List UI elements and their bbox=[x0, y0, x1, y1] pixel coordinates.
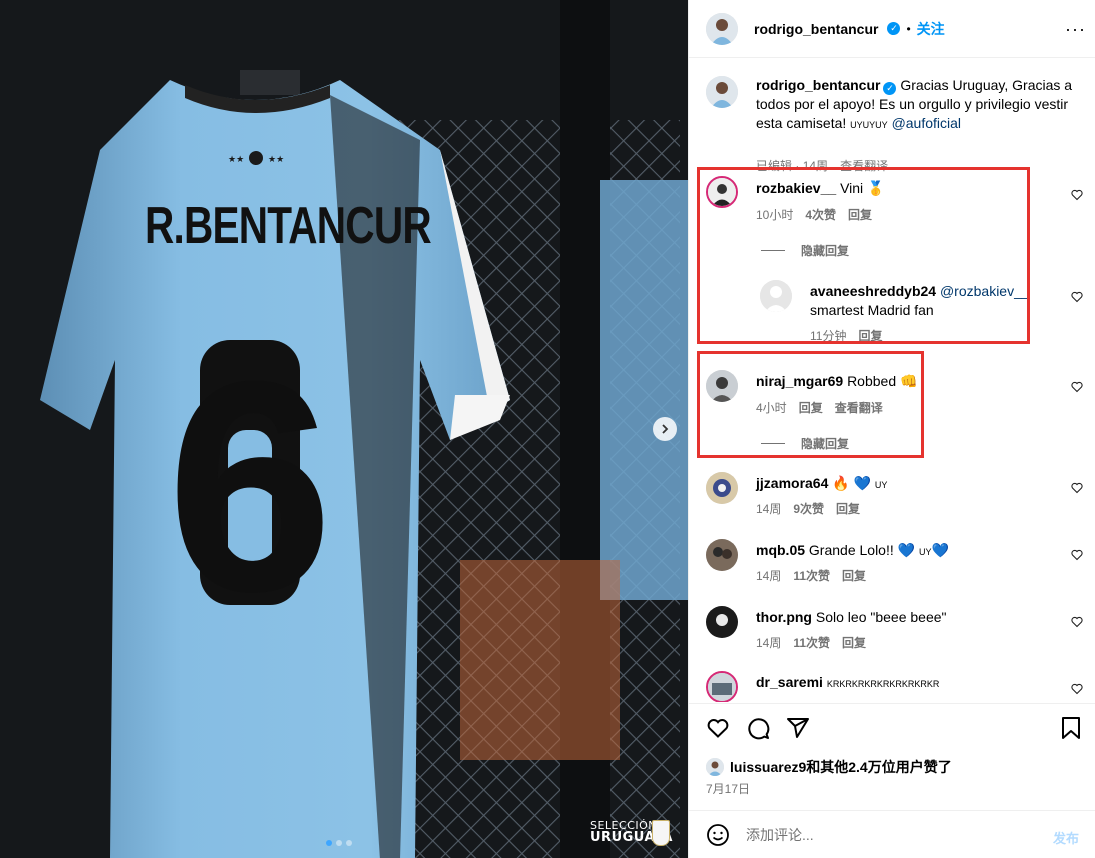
author-avatar[interactable] bbox=[706, 76, 738, 108]
heart-icon bbox=[1071, 189, 1083, 201]
author-username[interactable]: rodrigo_bentancur bbox=[754, 21, 878, 37]
caption-text: rodrigo_bentancur ✓ Gracias Uruguay, Grac… bbox=[756, 76, 1076, 135]
verified-icon: ✓ bbox=[883, 82, 897, 95]
like-comment-button[interactable] bbox=[1071, 548, 1083, 566]
like-comment-button[interactable] bbox=[1071, 615, 1083, 633]
post-panel: rodrigo_bentancur ✓ • 关注 ··· rodrigo_ben… bbox=[688, 0, 1095, 858]
verified-icon: ✓ bbox=[887, 22, 901, 35]
comment-button[interactable] bbox=[746, 716, 770, 745]
comment-age: 14周 bbox=[756, 569, 782, 583]
author-avatar[interactable] bbox=[706, 12, 738, 45]
highlight-box bbox=[697, 351, 924, 458]
share-button[interactable] bbox=[786, 716, 810, 745]
commenter-avatar[interactable] bbox=[706, 472, 738, 504]
carousel-dot bbox=[326, 840, 332, 846]
heart-icon bbox=[1071, 381, 1083, 393]
caption-mention[interactable]: @aufoficial bbox=[892, 115, 961, 131]
post-header: rodrigo_bentancur ✓ • 关注 ··· bbox=[689, 0, 1095, 58]
post-date: 7月17日 bbox=[706, 782, 751, 796]
heart-icon bbox=[1071, 616, 1083, 628]
carousel-dot bbox=[346, 840, 352, 846]
caption-flags: UYUYUY bbox=[850, 120, 888, 130]
heart-icon bbox=[1071, 291, 1083, 303]
svg-text:★★: ★★ bbox=[268, 155, 284, 165]
comment-body: Solo leo "beee beee" bbox=[815, 609, 947, 625]
commenter-username[interactable]: dr_saremi bbox=[756, 674, 823, 690]
comment-age: 14周 bbox=[756, 502, 782, 516]
comment-body: 🔥 💙 bbox=[832, 475, 872, 491]
like-comment-button[interactable] bbox=[1071, 380, 1083, 398]
reply-button[interactable]: 回复 bbox=[842, 567, 866, 584]
commenter-avatar[interactable] bbox=[706, 606, 738, 638]
heart-icon bbox=[1071, 683, 1083, 695]
like-comment-button[interactable] bbox=[1071, 682, 1083, 700]
carousel-next-button[interactable] bbox=[653, 417, 677, 441]
add-comment-bar: 发布 bbox=[689, 810, 1095, 858]
jersey-photo: ★★ ★★ 6 bbox=[0, 0, 688, 858]
comment-emoji: 💙 bbox=[931, 542, 949, 558]
emoji-icon[interactable] bbox=[706, 823, 730, 847]
svg-text:★★: ★★ bbox=[228, 155, 244, 165]
post-media[interactable]: ★★ ★★ 6 R.BENTANCUR SELECCIÓN URUGUAYA bbox=[0, 0, 688, 858]
comment-text: dr_saremi KRKRKRKRKRKRKRKRKR bbox=[756, 673, 939, 694]
action-bar bbox=[689, 703, 1095, 753]
comment-likes[interactable]: 11次赞 bbox=[793, 634, 830, 651]
comment-input[interactable] bbox=[746, 826, 1036, 843]
like-reply-button[interactable] bbox=[1071, 290, 1083, 308]
comment-flag: UY bbox=[874, 480, 888, 490]
like-button[interactable] bbox=[706, 716, 730, 745]
comment-meta: 14周 9次赞 回复 bbox=[756, 500, 860, 517]
commenter-avatar[interactable] bbox=[706, 671, 738, 702]
comment-flag: UY bbox=[918, 547, 932, 557]
comment-body: Grande Lolo!! 💙 bbox=[808, 542, 916, 558]
commenter-username[interactable]: mqb.05 bbox=[756, 542, 805, 558]
comment-likes[interactable]: 11次赞 bbox=[793, 567, 830, 584]
comment-text: mqb.05 Grande Lolo!! 💙 UY💙 bbox=[756, 541, 949, 562]
comment-age: 14周 bbox=[756, 636, 782, 650]
commenter-avatar[interactable] bbox=[706, 539, 738, 571]
save-button[interactable] bbox=[1059, 716, 1083, 745]
shield-logo bbox=[652, 820, 670, 846]
liker-avatar[interactable] bbox=[706, 758, 724, 776]
reply-button[interactable]: 回复 bbox=[842, 634, 866, 651]
caption-username[interactable]: rodrigo_bentancur bbox=[756, 77, 880, 93]
jersey-name: R.BENTANCUR bbox=[145, 197, 432, 255]
like-comment-button[interactable] bbox=[1071, 481, 1083, 499]
comment-icon bbox=[748, 718, 770, 740]
likes-summary[interactable]: luissuarez9和其他2.4万位用户赞了 bbox=[706, 757, 952, 777]
more-icon[interactable]: ··· bbox=[1065, 19, 1086, 40]
share-icon bbox=[787, 718, 809, 738]
separator-dot: • bbox=[906, 21, 911, 36]
follow-button[interactable]: 关注 bbox=[917, 19, 945, 39]
comment-meta: 14周 11次赞 回复 bbox=[756, 634, 866, 651]
reply-button[interactable]: 回复 bbox=[836, 500, 860, 517]
comment-body: KRKRKRKRKRKRKRKRKR bbox=[826, 679, 940, 689]
jersey-number: 6 bbox=[167, 318, 334, 654]
like-comment-button[interactable] bbox=[1071, 188, 1083, 206]
commenter-username[interactable]: thor.png bbox=[756, 609, 812, 625]
comment-text: thor.png Solo leo "beee beee" bbox=[756, 608, 947, 627]
carousel-dot bbox=[336, 840, 342, 846]
heart-icon bbox=[1071, 549, 1083, 561]
comment-meta: 14周 11次赞 回复 bbox=[756, 567, 866, 584]
likes-text[interactable]: luissuarez9和其他2.4万位用户赞了 bbox=[730, 757, 952, 777]
comment-likes[interactable]: 9次赞 bbox=[793, 500, 824, 517]
highlight-box bbox=[697, 167, 1030, 344]
commenter-username[interactable]: jjzamora64 bbox=[756, 475, 828, 491]
heart-icon bbox=[1071, 482, 1083, 494]
post-comment-button[interactable]: 发布 bbox=[1053, 828, 1079, 847]
chevron-right-icon bbox=[662, 424, 669, 434]
bookmark-icon bbox=[1062, 717, 1080, 739]
heart-icon bbox=[707, 719, 729, 738]
carousel-dots bbox=[326, 840, 352, 846]
comment-text: jjzamora64 🔥 💙 UY bbox=[756, 474, 887, 495]
